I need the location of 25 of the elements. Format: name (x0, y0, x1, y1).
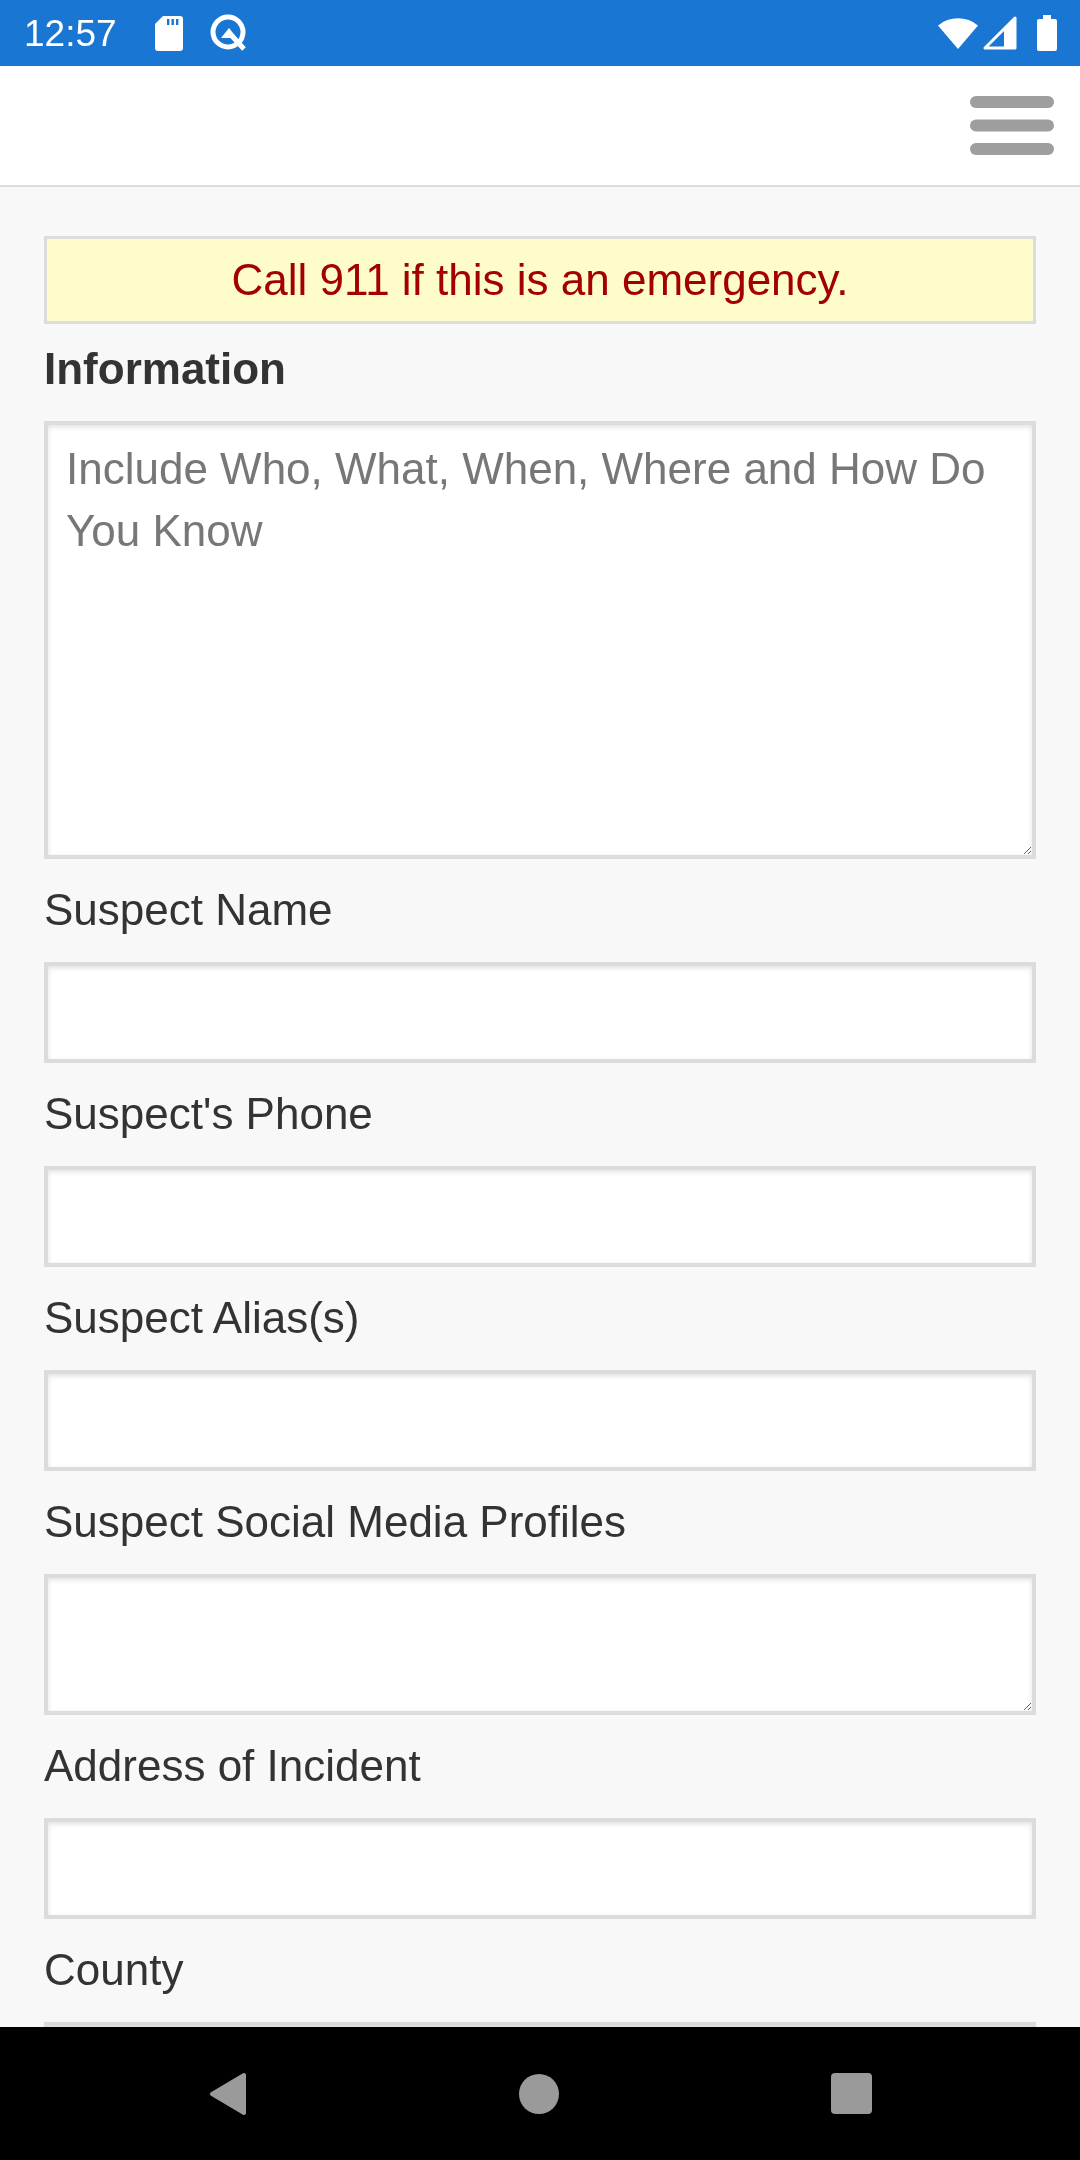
sd-card-icon (154, 15, 183, 51)
field-label: Suspect Social Media Profiles (44, 1497, 627, 1547)
field-label: Suspect's Phone (44, 1089, 373, 1139)
back-icon[interactable] (208, 2071, 247, 2116)
recents-icon[interactable] (830, 2073, 872, 2114)
input-field[interactable] (44, 2022, 1036, 2027)
field-label: Suspect Alias(s) (44, 1293, 360, 1343)
battery-icon (1037, 15, 1057, 51)
input-field[interactable] (44, 1166, 1036, 1267)
field-label: County (44, 1945, 184, 1995)
home-icon[interactable] (518, 2073, 559, 2114)
wifi-icon (938, 17, 978, 49)
field-label: Suspect Name (44, 885, 333, 935)
status-time: 12:57 (24, 14, 117, 52)
menu-icon[interactable] (970, 96, 1054, 155)
input-field[interactable] (44, 962, 1036, 1063)
alert-banner: Call 911 if this is an emergency. (44, 236, 1036, 324)
field-label: Information (44, 344, 286, 394)
text-area-field[interactable] (44, 1574, 1036, 1715)
signal-icon (983, 16, 1017, 50)
input-field[interactable] (44, 1370, 1036, 1471)
field-label: Address of Incident (44, 1741, 421, 1791)
text-area-field[interactable]: Include Who, What, When, Where and How Do You Know (44, 421, 1036, 859)
input-field[interactable] (44, 1818, 1036, 1919)
q-circle-icon (209, 14, 248, 52)
